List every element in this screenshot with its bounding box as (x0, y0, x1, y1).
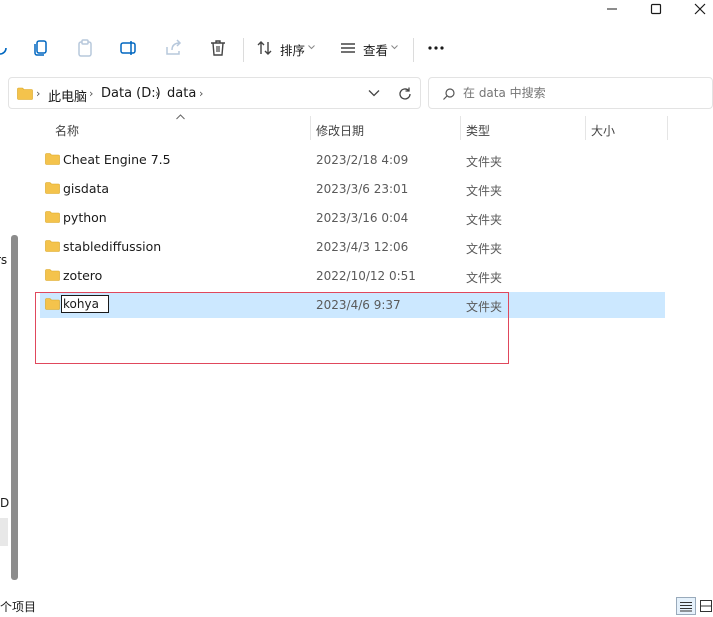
breadcrumb-data[interactable]: data (167, 86, 196, 101)
share-icon[interactable] (164, 38, 184, 58)
column-header-type[interactable]: 类型 (466, 122, 490, 139)
file-date: 2023/2/18 4:09 (316, 153, 409, 167)
folder-icon (45, 240, 60, 252)
search-box[interactable] (428, 77, 713, 109)
more-icon[interactable] (426, 38, 446, 58)
chevron-right-icon: › (155, 87, 160, 100)
column-divider[interactable] (310, 116, 311, 140)
file-row[interactable]: gisdata 2023/3/6 23:01 文件夹 (40, 176, 665, 202)
refresh-icon[interactable] (397, 86, 413, 102)
search-icon (443, 88, 455, 100)
folder-icon (17, 87, 33, 100)
toolbar-separator (413, 38, 414, 62)
file-date: 2023/3/16 0:04 (316, 211, 409, 225)
sort-button[interactable]: 排序 (256, 37, 316, 59)
file-date: 2023/4/3 12:06 (316, 240, 409, 254)
column-header-size[interactable]: 大小 (591, 122, 615, 139)
minimize-button[interactable] (592, 0, 632, 18)
file-name: gisdata (63, 181, 110, 196)
chevron-right-icon: › (89, 87, 94, 100)
folder-icon (45, 153, 60, 165)
file-row[interactable]: python 2023/3/16 0:04 文件夹 (40, 205, 665, 231)
file-row[interactable]: zotero 2022/10/12 0:51 文件夹 (40, 263, 665, 289)
file-name: zotero (63, 268, 103, 283)
new-icon[interactable] (0, 38, 10, 58)
view-icon (341, 43, 355, 53)
breadcrumb-this-pc[interactable]: 此电脑 (48, 86, 87, 105)
chevron-right-icon: › (36, 87, 41, 100)
chevron-right-icon: › (199, 87, 204, 100)
nav-item-fragment[interactable]: rs (0, 253, 7, 267)
nav-selected-indicator (0, 518, 8, 546)
delete-icon[interactable] (208, 38, 228, 58)
rename-icon[interactable] (119, 38, 139, 58)
column-header-date[interactable]: 修改日期 (316, 122, 364, 139)
nav-item-fragment[interactable]: D (0, 496, 9, 510)
file-type: 文件夹 (466, 271, 503, 285)
sort-ascending-icon (176, 114, 185, 120)
folder-icon (45, 269, 60, 281)
toolbar-separator (243, 38, 244, 62)
close-icon (694, 3, 706, 15)
maximize-button[interactable] (636, 0, 676, 18)
chevron-down-icon (391, 45, 398, 50)
sort-icon (257, 41, 272, 55)
paste-icon[interactable] (75, 38, 95, 58)
file-type: 文件夹 (466, 242, 503, 256)
folder-icon (45, 182, 60, 194)
file-row[interactable]: Cheat Engine 7.5 2023/2/18 4:09 文件夹 (40, 147, 665, 173)
column-divider[interactable] (460, 116, 461, 140)
chevron-down-icon[interactable] (368, 89, 380, 97)
sort-label: 排序 (280, 43, 306, 58)
close-button[interactable] (680, 0, 713, 18)
status-item-count: 个项目 (0, 600, 37, 614)
column-divider[interactable] (585, 116, 586, 140)
address-bar[interactable]: › 此电脑 › Data (D:) › data › (8, 77, 421, 109)
file-row[interactable]: stablediffussion 2023/4/3 12:06 文件夹 (40, 234, 665, 260)
file-date: 2023/3/6 23:01 (316, 182, 409, 196)
file-name: python (63, 210, 107, 225)
copy-icon[interactable] (31, 38, 51, 58)
view-label: 查看 (363, 43, 389, 58)
column-divider[interactable] (667, 116, 668, 140)
folder-icon (45, 211, 60, 223)
details-view-icon (680, 602, 692, 612)
command-bar: 排序 查看 (0, 24, 713, 72)
tiles-view-icon (700, 600, 712, 612)
file-type: 文件夹 (466, 184, 503, 198)
highlight-box (35, 292, 509, 364)
tiles-view-button[interactable] (697, 597, 713, 615)
file-name: stablediffussion (63, 239, 162, 254)
file-name: Cheat Engine 7.5 (63, 152, 171, 167)
breadcrumb-drive[interactable]: Data (D:) (101, 86, 161, 101)
search-input[interactable] (463, 84, 703, 102)
details-view-button[interactable] (676, 597, 696, 615)
view-button[interactable]: 查看 (340, 37, 400, 59)
column-header-name[interactable]: 名称 (55, 122, 79, 139)
nav-scrollbar[interactable] (11, 235, 18, 580)
file-date: 2022/10/12 0:51 (316, 269, 416, 283)
chevron-down-icon (308, 45, 315, 50)
maximize-icon (650, 3, 662, 15)
file-type: 文件夹 (466, 213, 503, 227)
file-type: 文件夹 (466, 155, 503, 169)
minimize-icon (607, 8, 617, 10)
